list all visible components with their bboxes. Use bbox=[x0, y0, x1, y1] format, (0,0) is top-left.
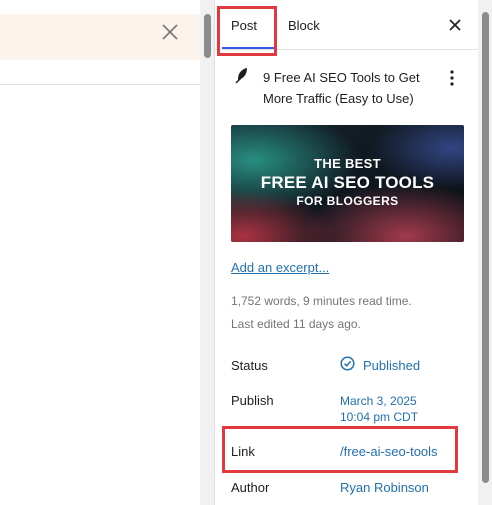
publish-date: March 3, 2025 bbox=[340, 394, 417, 408]
tab-block[interactable]: Block bbox=[288, 0, 320, 50]
editor-canvas[interactable] bbox=[0, 0, 200, 505]
sidebar-scrollbar-thumb[interactable] bbox=[482, 12, 489, 483]
check-circle-icon[interactable] bbox=[340, 356, 355, 371]
author-label: Author bbox=[231, 480, 270, 495]
close-icon[interactable] bbox=[448, 18, 462, 32]
highlight-box-link-row bbox=[222, 426, 458, 473]
status-label: Status bbox=[231, 358, 268, 373]
status-value[interactable]: Published bbox=[363, 358, 420, 373]
publish-time: 10:04 pm CDT bbox=[340, 410, 419, 424]
publish-date-button[interactable]: March 3, 2025 10:04 pm CDT bbox=[340, 393, 418, 425]
post-stats: 1,752 words, 9 minutes read time. bbox=[231, 294, 412, 308]
add-excerpt-link[interactable]: Add an excerpt... bbox=[231, 260, 329, 275]
featured-image[interactable]: THE BEST FREE AI SEO TOOLS FOR BLOGGERS bbox=[231, 125, 464, 242]
canvas-scrollbar-thumb[interactable] bbox=[204, 14, 211, 58]
highlight-box-post-tab bbox=[217, 6, 277, 56]
featured-image-text-line2: FREE AI SEO TOOLS bbox=[260, 173, 435, 192]
divider bbox=[0, 84, 200, 85]
close-icon[interactable] bbox=[159, 21, 181, 43]
canvas-scrollbar[interactable] bbox=[200, 0, 214, 505]
publish-label: Publish bbox=[231, 393, 274, 408]
featured-image-text-line3: FOR BLOGGERS bbox=[296, 194, 399, 208]
last-edited: Last edited 11 days ago. bbox=[231, 317, 361, 331]
settings-sidebar: Post Block 9 Free AI SEO Tools to Get Mo… bbox=[215, 0, 478, 505]
featured-image-text-line1: THE BEST bbox=[314, 156, 381, 171]
more-vertical-icon[interactable] bbox=[449, 69, 455, 87]
author-button[interactable]: Ryan Robinson bbox=[340, 480, 429, 496]
feather-icon bbox=[235, 68, 247, 84]
post-title[interactable]: 9 Free AI SEO Tools to Get More Traffic … bbox=[263, 67, 443, 109]
